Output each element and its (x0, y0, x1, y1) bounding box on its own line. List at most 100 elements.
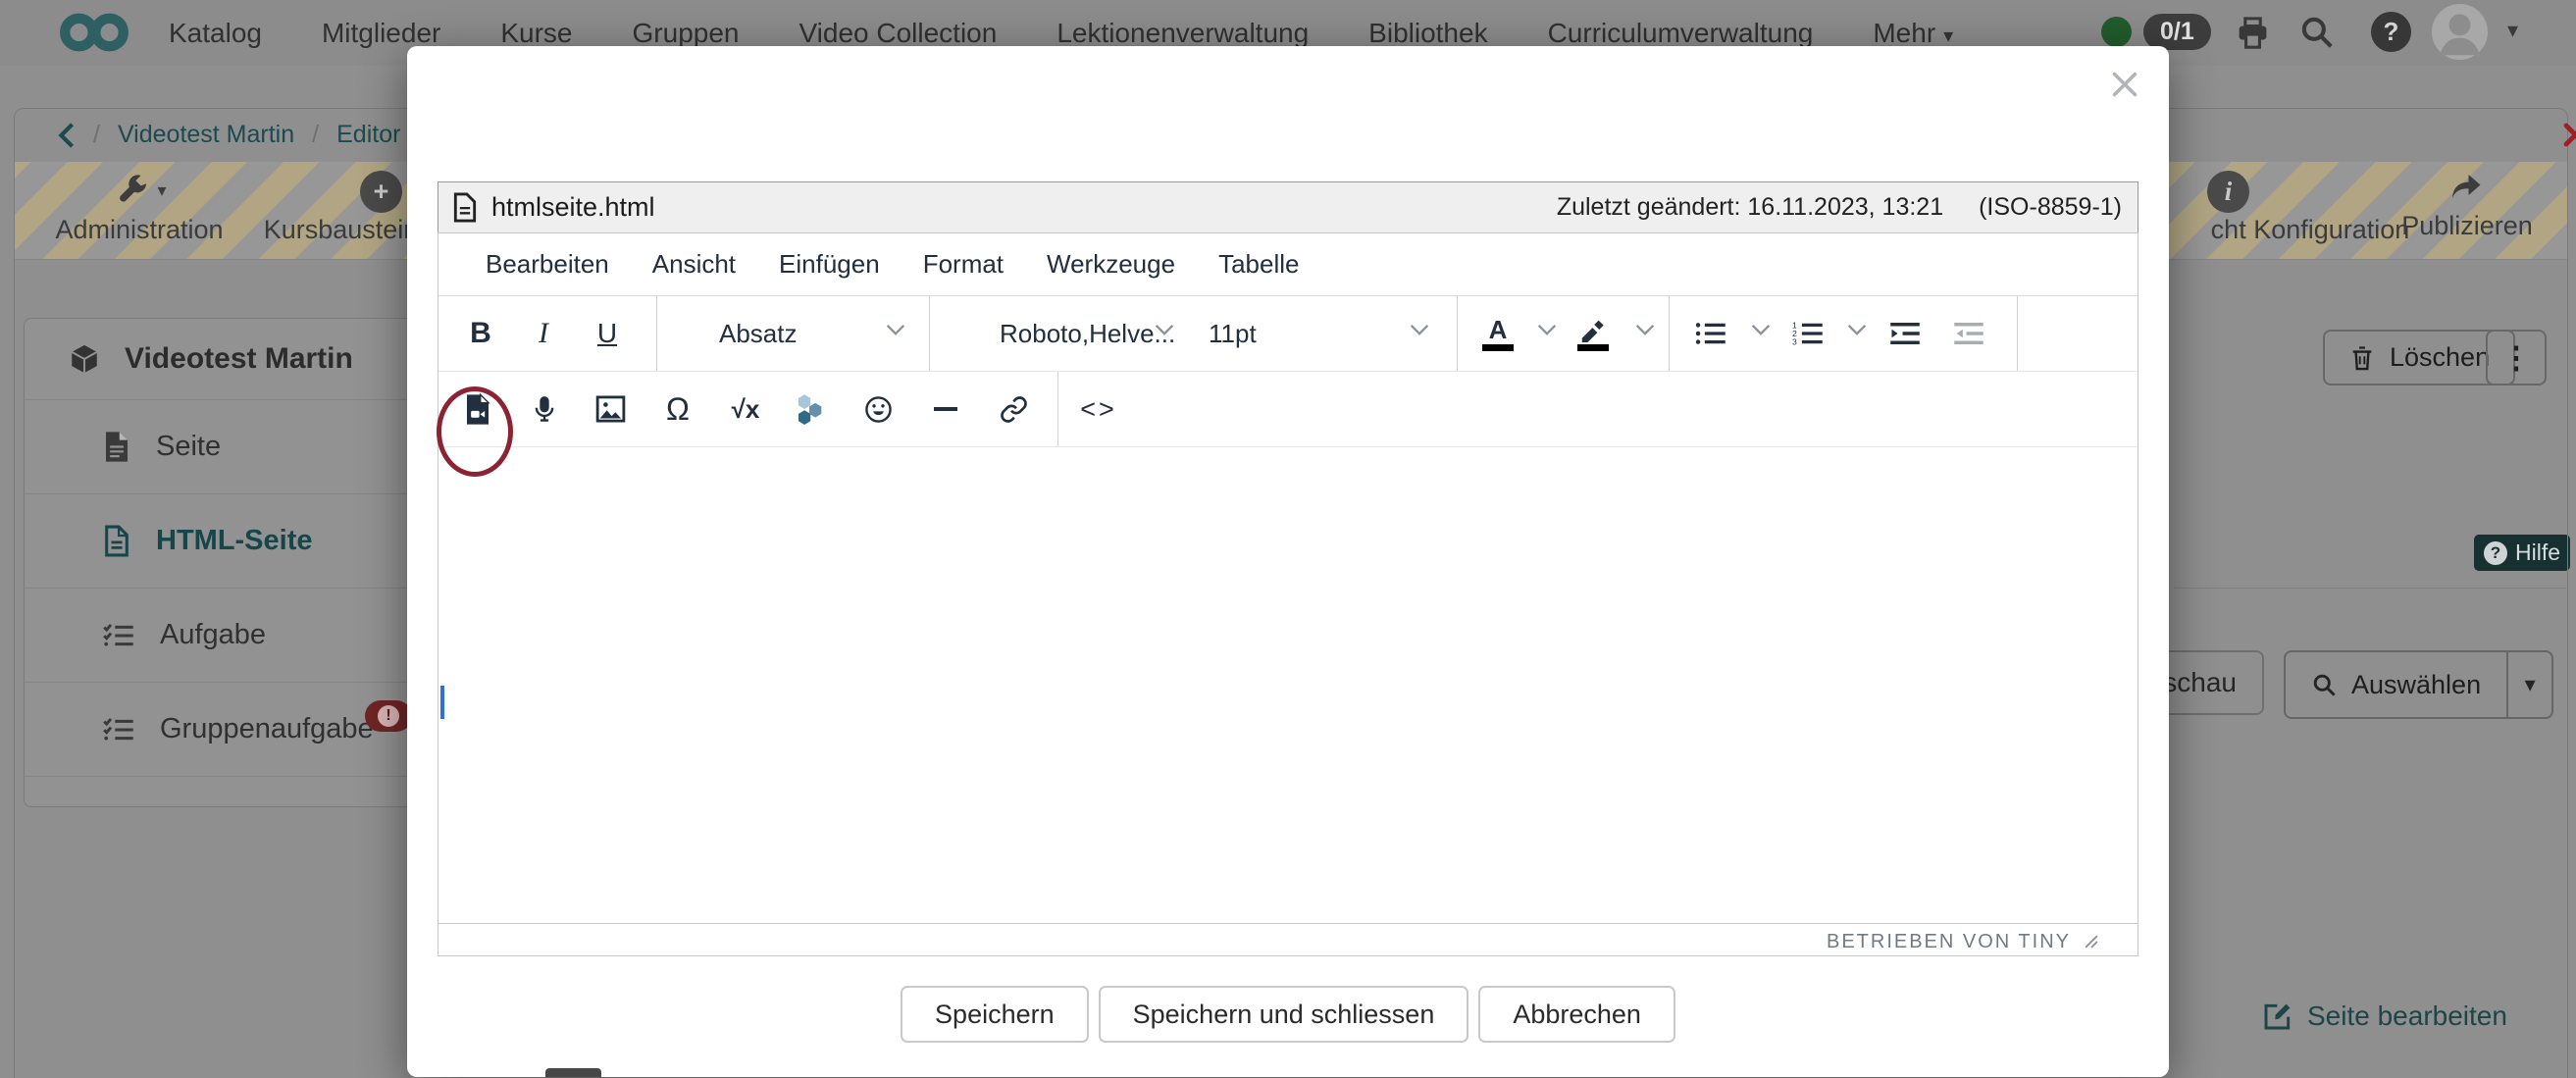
account-menu-chevron-icon[interactable]: ▾ (2507, 18, 2518, 43)
chevron-down-icon[interactable] (1537, 324, 1557, 335)
editor-statusbar: BETRIEBEN VON TINY (438, 923, 2138, 959)
filename-bar: htmlseite.html Zuletzt geändert: 16.11.2… (438, 181, 2138, 233)
back-chevron-icon[interactable] (58, 122, 76, 149)
underline-button[interactable]: U (580, 306, 635, 361)
breadcrumb-separator: / (312, 121, 319, 149)
modal-footer: Speichern Speichern und schliessen Abbre… (407, 986, 2169, 1043)
modal-close-icon[interactable] (2110, 70, 2139, 99)
toolbar-item-administration[interactable]: ▾ Administration (46, 172, 232, 245)
tree-row-label: Gruppenaufgabe (160, 713, 374, 745)
font-family-select[interactable]: Roboto,Helve... (1000, 296, 1175, 371)
nav-item-kurse[interactable]: Kurse (500, 18, 572, 49)
chevron-down-icon: ▾ (157, 180, 166, 201)
microphone-button[interactable] (517, 382, 572, 436)
media-gallery-button[interactable] (782, 382, 837, 436)
editor-menubar: Bearbeiten Ansicht Einfügen Format Werkz… (438, 233, 2138, 296)
svg-text:3: 3 (1792, 337, 1797, 347)
wrench-icon (112, 173, 151, 208)
edit-pencil-icon (2262, 1001, 2293, 1032)
nav-item-mitglieder[interactable]: Mitglieder (322, 18, 440, 49)
openolat-logo-icon[interactable] (57, 11, 131, 54)
annotation-circle (437, 386, 513, 477)
indent-button[interactable] (1878, 306, 1932, 361)
edit-page-link[interactable]: Seite bearbeiten (2262, 1001, 2507, 1032)
image-button[interactable] (583, 382, 638, 436)
italic-button[interactable]: I (516, 306, 571, 361)
checklist-icon (103, 717, 134, 743)
close-editor-icon[interactable] (2562, 122, 2576, 148)
link-button[interactable] (986, 382, 1041, 436)
tinymce-editor: Bearbeiten Ansicht Einfügen Format Werkz… (438, 232, 2138, 956)
publish-arrow-icon (2447, 169, 2487, 204)
resize-handle[interactable] (2085, 935, 2098, 949)
editor-content-area[interactable] (438, 447, 2138, 923)
special-character-button[interactable]: Ω (650, 382, 705, 436)
save-and-close-button[interactable]: Speichern und schliessen (1099, 986, 1469, 1043)
menu-format[interactable]: Format (902, 249, 1025, 280)
course-tree-title: Videotest Martin (125, 342, 353, 376)
save-button[interactable]: Speichern (901, 986, 1089, 1043)
menu-ansicht[interactable]: Ansicht (631, 249, 757, 280)
nav-item-bibliothek[interactable]: Bibliothek (1368, 18, 1487, 49)
tooltip-edge (545, 1068, 601, 1077)
text-color-button[interactable]: A (1470, 306, 1525, 361)
math-formula-button[interactable]: √x (718, 382, 773, 436)
chevron-down-icon: ▾ (1943, 26, 1953, 47)
nav-item-lektionenverwaltung[interactable]: Lektionenverwaltung (1056, 18, 1309, 49)
emoji-button[interactable] (850, 382, 905, 436)
add-course-element-icon[interactable]: + (360, 171, 402, 213)
chevron-down-icon[interactable] (1155, 324, 1174, 335)
html-editor-modal: htmlseite.html Zuletzt geändert: 16.11.2… (407, 46, 2169, 1077)
chevron-down-icon[interactable] (1751, 324, 1771, 335)
counter-badge[interactable]: 0/1 (2143, 14, 2211, 50)
font-size-select[interactable]: 11pt (1209, 296, 1257, 371)
bold-button[interactable]: B (453, 306, 508, 361)
menu-einfuegen[interactable]: Einfügen (757, 249, 902, 280)
info-icon: i (2207, 171, 2249, 213)
document-filled-icon (103, 431, 130, 463)
bullet-list-button[interactable] (1683, 306, 1738, 361)
chevron-down-icon[interactable] (886, 324, 905, 335)
menu-tabelle[interactable]: Tabelle (1197, 249, 1320, 280)
highlight-color-button[interactable] (1566, 306, 1621, 361)
breadcrumb-course-link[interactable]: Videotest Martin (118, 121, 294, 149)
menu-werkzeuge[interactable]: Werkzeuge (1025, 249, 1197, 280)
file-icon (452, 192, 478, 223)
editor-toolbar-insert: Ω √x (438, 372, 2138, 447)
nav-item-curriculumverwaltung[interactable]: Curriculumverwaltung (1548, 18, 1814, 49)
horizontal-rule-button[interactable] (918, 382, 973, 436)
printer-icon[interactable] (2235, 15, 2271, 51)
highlighter-icon (1578, 317, 1608, 342)
search-icon[interactable] (2298, 14, 2336, 51)
nav-item-gruppen[interactable]: Gruppen (633, 18, 740, 49)
breadcrumb-current[interactable]: Editor (336, 121, 400, 149)
chevron-down-icon[interactable] (1847, 324, 1867, 335)
tree-row-label: Aufgabe (160, 619, 266, 651)
course-cube-icon (68, 342, 101, 376)
nav-item-mehr[interactable]: Mehr▾ (1873, 18, 1953, 49)
filename: htmlseite.html (491, 192, 655, 223)
exclamation-icon: ! (378, 705, 399, 727)
nav-item-video-collection[interactable]: Video Collection (799, 18, 997, 49)
chevron-down-icon[interactable] (1410, 324, 1429, 335)
breadcrumb-separator: / (93, 121, 100, 149)
outdent-button[interactable] (1941, 306, 1996, 361)
checklist-icon (103, 623, 134, 648)
online-status-dot (2101, 17, 2132, 47)
last-modified: Zuletzt geändert: 16.11.2023, 13:21 (1557, 193, 1943, 222)
paragraph-style-select[interactable]: Absatz (719, 296, 798, 371)
numbered-list-button[interactable]: 1 2 3 (1780, 306, 1835, 361)
alert-badge: ! (365, 700, 412, 732)
source-code-button[interactable]: <> (1071, 382, 1126, 436)
toolbar-item-publizieren[interactable]: Publizieren (2369, 168, 2565, 241)
tree-row-label: Seite (156, 431, 221, 463)
help-icon[interactable]: ? (2371, 12, 2411, 52)
chevron-down-icon[interactable] (1635, 324, 1655, 335)
cancel-button[interactable]: Abbrechen (1478, 986, 1675, 1043)
encoding: (ISO-8859-1) (1979, 193, 2122, 222)
nav-item-katalog[interactable]: Katalog (169, 18, 262, 49)
menu-bearbeiten[interactable]: Bearbeiten (464, 249, 631, 280)
avatar[interactable] (2432, 4, 2488, 60)
text-cursor (440, 686, 444, 719)
editor-toolbar-format: B I U Absatz Roboto,Helve... 11pt A (438, 296, 2138, 372)
